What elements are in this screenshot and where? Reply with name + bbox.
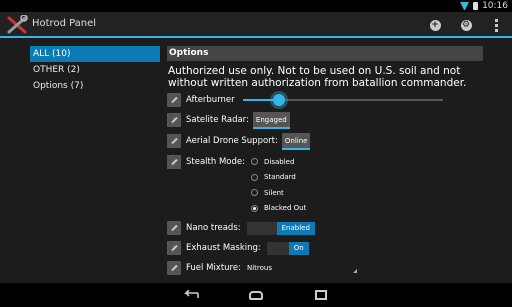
overflow-menu-icon[interactable] (487, 16, 505, 34)
home-icon (249, 290, 263, 300)
edit-button[interactable] (167, 221, 181, 235)
settings-icon: ⚙ (460, 19, 472, 31)
edit-button[interactable] (167, 113, 181, 127)
aerial-drone-button[interactable]: Online (281, 133, 311, 150)
tools-icon (7, 15, 28, 34)
edit-button[interactable] (167, 134, 181, 148)
edit-button[interactable] (167, 93, 181, 107)
back-button[interactable] (180, 287, 200, 303)
pencil-icon (170, 96, 178, 104)
nano-treads-label: Nano treads: (186, 223, 241, 233)
pencil-icon (170, 244, 178, 252)
radio-silent[interactable]: Silent (250, 185, 306, 201)
exhaust-masking-toggle[interactable]: On (266, 242, 309, 255)
pencil-icon (170, 264, 178, 272)
pencil-icon (170, 158, 178, 166)
edit-button[interactable] (167, 155, 181, 169)
status-time: 10:16 (482, 1, 508, 11)
content-area: ALL (10) OTHER (2) Options (7) Options A… (0, 40, 512, 283)
add-button[interactable]: + (426, 16, 444, 34)
satellite-radar-label: Satelite Radar: (186, 115, 249, 125)
app-title: Hotrod Panel (32, 18, 97, 29)
stealth-mode-radio-group: Disabled Standard Silent Blacked Out (250, 154, 306, 217)
status-bar: 10:16 (0, 0, 512, 12)
options-panel: Options Authorized use only. Not to be u… (167, 46, 483, 276)
sidebar-item-all[interactable]: ALL (10) (30, 46, 160, 62)
afterburner-slider[interactable] (242, 92, 443, 108)
radio-dot (250, 189, 258, 197)
sidebar-item-options[interactable]: Options (7) (30, 78, 160, 94)
home-button[interactable] (246, 287, 266, 303)
radio-standard[interactable]: Standard (250, 170, 306, 186)
aerial-drone-row: Aerial Drone Support: Online (167, 133, 483, 150)
stealth-mode-label: Stealth Mode: (186, 157, 245, 167)
settings-button[interactable]: ⚙ (457, 16, 475, 34)
pencil-icon (170, 116, 178, 124)
action-bar: Hotrod Panel + ⚙ (0, 12, 512, 38)
recent-apps-icon (315, 290, 327, 300)
navigation-bar (0, 283, 512, 307)
afterburner-label: Afterburner (186, 95, 235, 105)
radio-disabled[interactable]: Disabled (250, 154, 306, 170)
fuel-mixture-row: Fuel Mixture: Nitrous (167, 260, 483, 276)
exhaust-masking-label: Exhaust Masking: (186, 243, 261, 253)
fuel-mixture-label: Fuel Mixture: (186, 263, 241, 273)
toggle-on-label: Enabled (276, 222, 315, 235)
toggle-on-label: On (288, 242, 309, 255)
nano-treads-row: Nano treads: Enabled (167, 220, 483, 236)
nano-treads-toggle[interactable]: Enabled (246, 222, 315, 235)
radio-blacked-out[interactable]: Blacked Out (250, 201, 306, 217)
add-icon: + (429, 19, 441, 31)
pencil-icon (170, 137, 178, 145)
radio-dot (250, 173, 258, 181)
afterburner-row: Afterburner (167, 92, 483, 108)
exhaust-masking-row: Exhaust Masking: On (167, 240, 483, 256)
dropdown-caret-icon (352, 269, 357, 273)
battery-icon (473, 2, 479, 10)
aerial-drone-label: Aerial Drone Support: (186, 136, 278, 146)
sidebar: ALL (10) OTHER (2) Options (7) (30, 46, 160, 94)
pencil-icon (170, 224, 178, 232)
sidebar-item-other[interactable]: OTHER (2) (30, 62, 160, 78)
wifi-icon (460, 2, 470, 10)
slider-thumb[interactable] (272, 94, 285, 106)
satellite-radar-button[interactable]: Engaged (252, 112, 290, 129)
recent-apps-button[interactable] (311, 287, 331, 303)
fuel-mixture-select[interactable]: Nitrous (247, 260, 357, 276)
authorization-notice: Authorized use only. Not to be used on U… (168, 65, 467, 89)
edit-button[interactable] (167, 241, 181, 255)
back-icon (184, 290, 199, 298)
radio-dot-selected (250, 204, 258, 212)
edit-button[interactable] (167, 261, 181, 275)
satellite-radar-row: Satelite Radar: Engaged (167, 112, 483, 129)
radio-dot (250, 158, 258, 166)
section-header: Options (167, 46, 483, 61)
stealth-mode-row: Stealth Mode: Disabled Standard Silent B… (167, 154, 483, 216)
